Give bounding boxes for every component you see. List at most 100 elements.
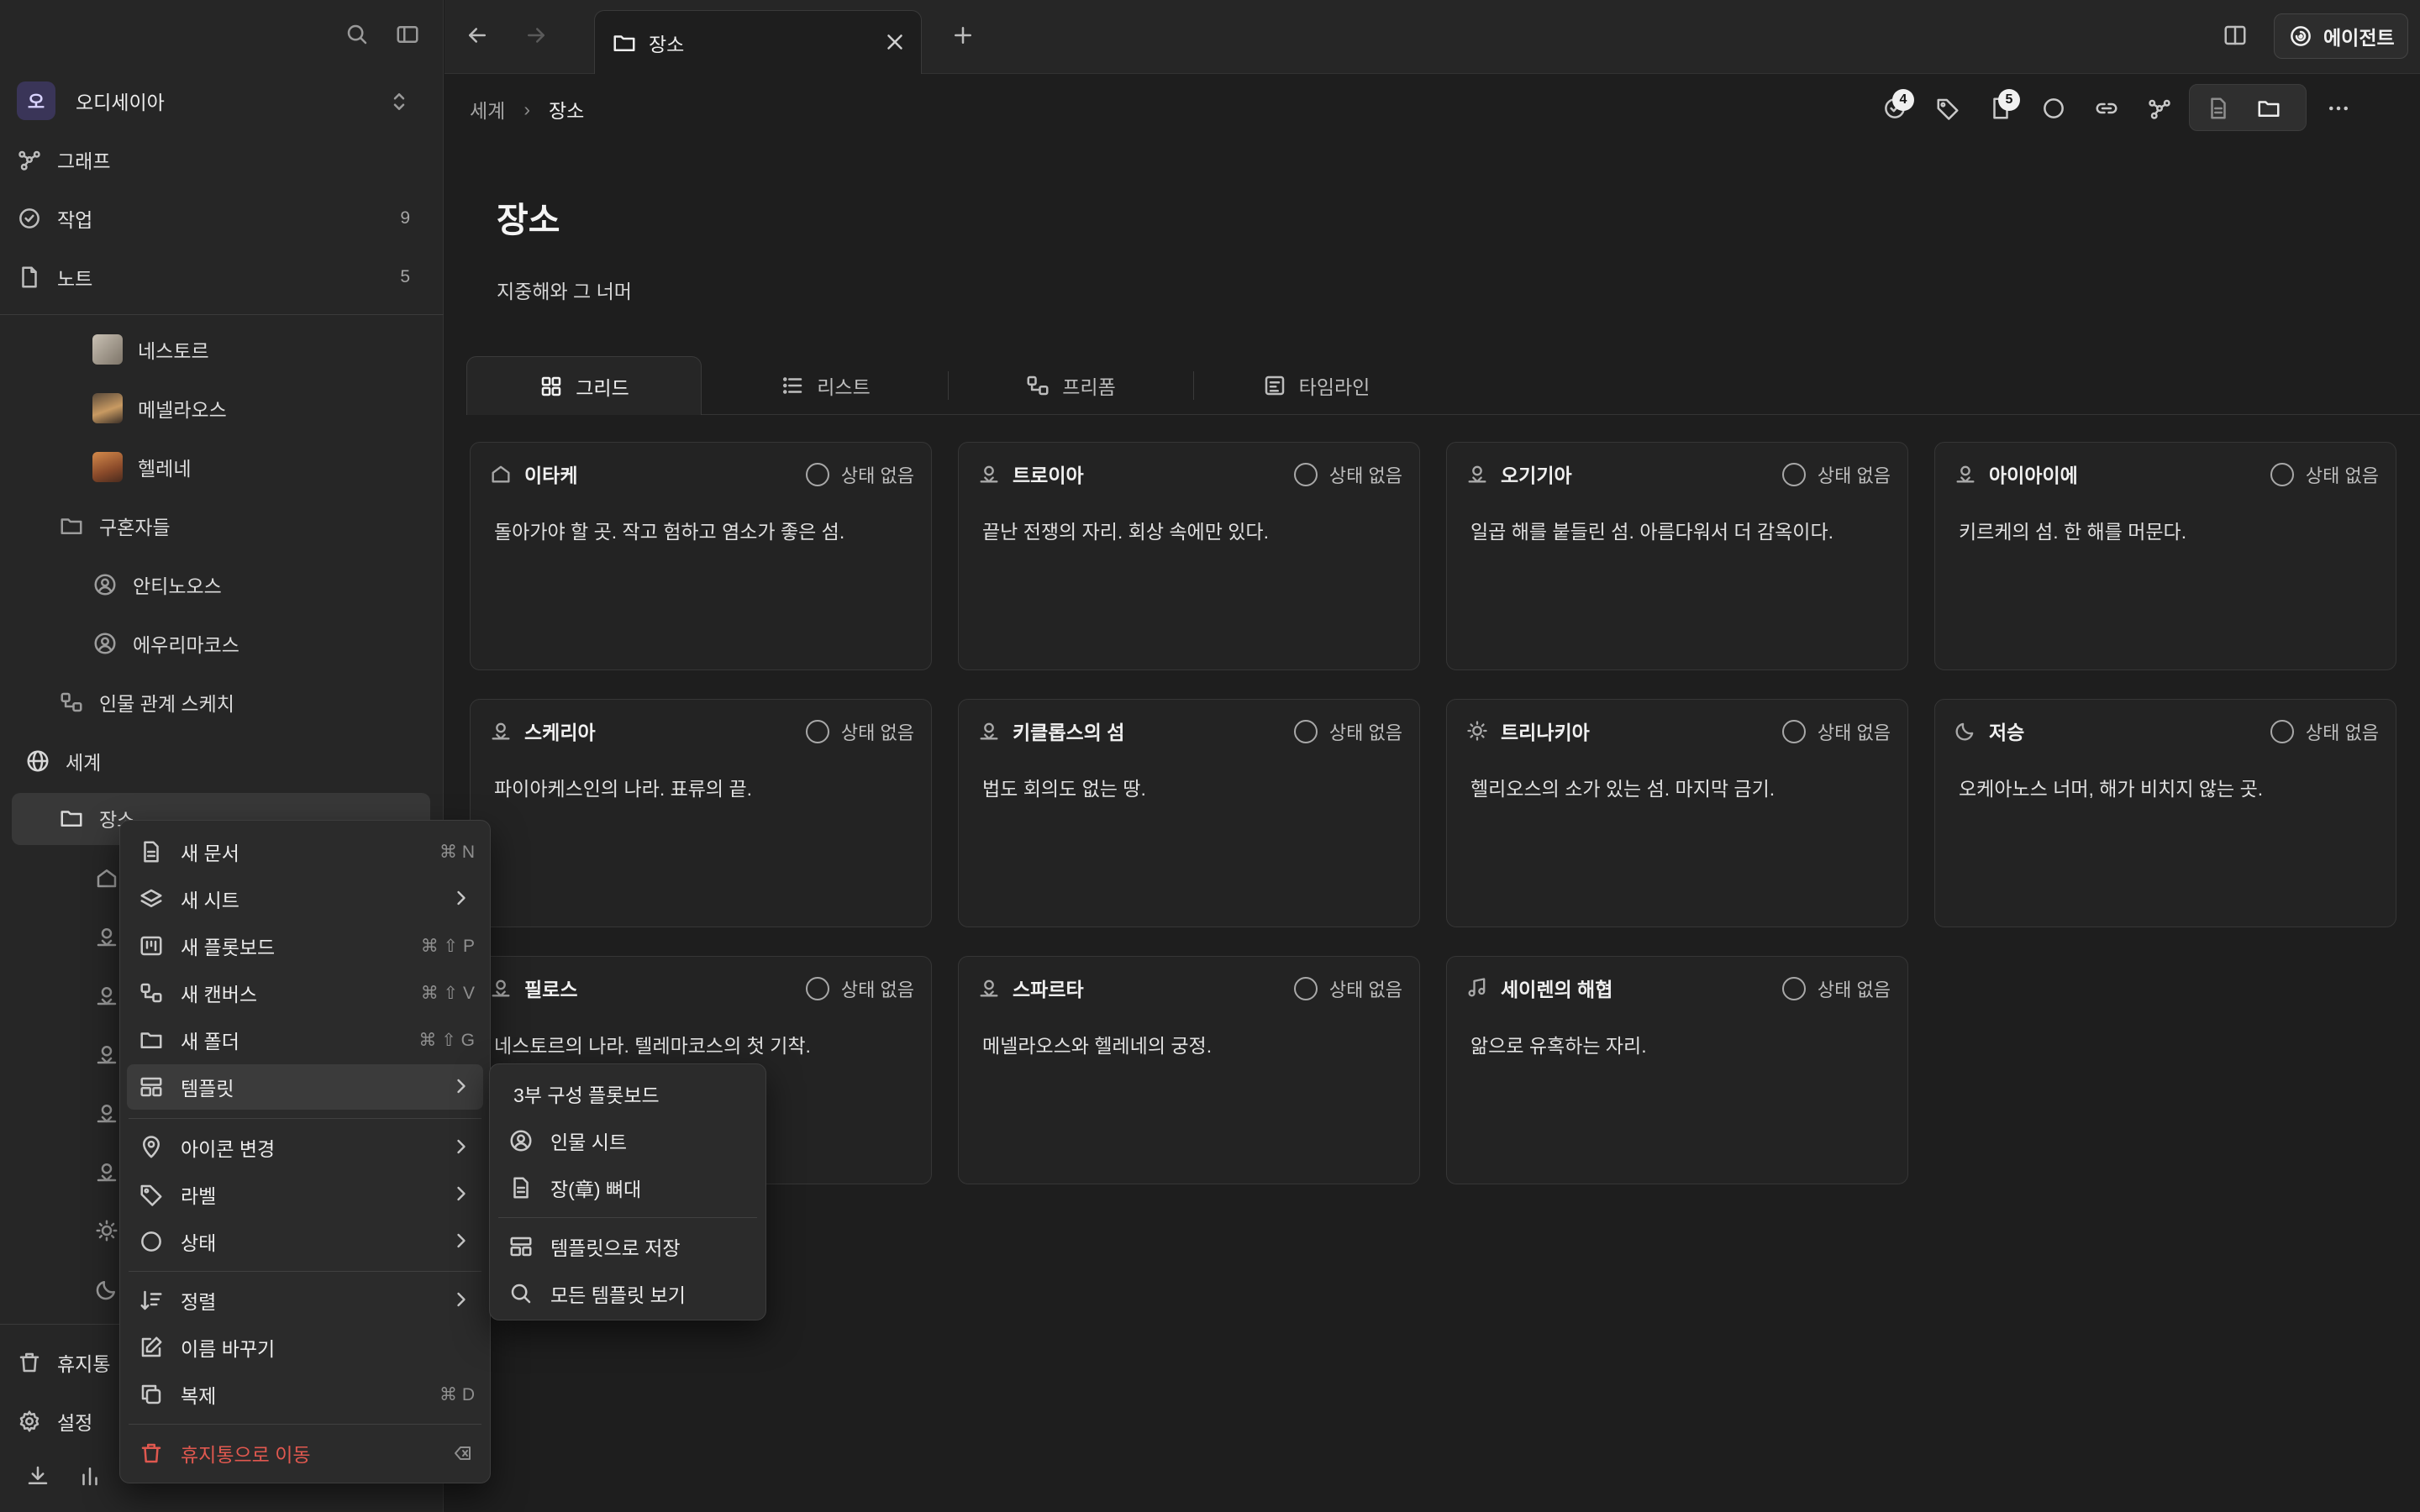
submenu-save-as-template[interactable]: 템플릿으로 저장 bbox=[497, 1224, 759, 1269]
menu-new-sheet[interactable]: 새 시트 bbox=[127, 876, 483, 921]
menu-label: 이름 바꾸기 bbox=[181, 1338, 276, 1360]
card-status[interactable]: 상태 없음 bbox=[805, 975, 914, 1002]
card-status[interactable]: 상태 없음 bbox=[1293, 975, 1402, 1002]
chevron-up-down-icon bbox=[387, 89, 412, 114]
place-card-sparta[interactable]: 스파르타 상태 없음 메넬라오스와 헬레네의 궁정. bbox=[958, 956, 1420, 1184]
graph-icon[interactable] bbox=[2147, 96, 2172, 121]
status-circle-icon[interactable] bbox=[2041, 96, 2066, 121]
plus-icon[interactable] bbox=[950, 23, 976, 48]
person-pin-icon bbox=[977, 719, 1001, 743]
tree-item-relation-sketch[interactable]: 인물 관계 스케치 bbox=[59, 679, 234, 726]
menu-separator bbox=[129, 1271, 481, 1272]
tree-item-world[interactable]: 세계 bbox=[25, 738, 101, 785]
download-icon[interactable] bbox=[25, 1463, 50, 1488]
forward-arrow-icon[interactable] bbox=[523, 23, 549, 48]
tree-item-suitors[interactable]: 구혼자들 bbox=[59, 502, 171, 549]
grid-icon bbox=[539, 374, 564, 399]
link-icon[interactable] bbox=[2094, 96, 2119, 121]
tab-timeline[interactable]: 타임라인 bbox=[1194, 356, 1438, 415]
menu-label: 템플릿 bbox=[181, 1078, 234, 1100]
view-tabs: 그리드 리스트 프리폼 타임라인 bbox=[466, 356, 2420, 415]
menu-new-canvas[interactable]: 새 캔버스 ⌘ ⇧ V bbox=[127, 970, 483, 1016]
card-description: 돌아가야 할 곳. 작고 험하고 염소가 좋은 섬. bbox=[494, 521, 845, 543]
tab-freeform[interactable]: 프리폼 bbox=[949, 356, 1192, 415]
menu-label: 복제 bbox=[181, 1385, 217, 1407]
nav-tasks[interactable]: 작업 9 bbox=[17, 195, 429, 242]
submenu-chapter-skeleton[interactable]: 장(章) 뼈대 bbox=[497, 1165, 759, 1210]
place-card-underworld[interactable]: 저승 상태 없음 오케아노스 너머, 해가 비치지 않는 곳. bbox=[1934, 699, 2396, 927]
card-status[interactable]: 상태 없음 bbox=[1781, 461, 1891, 488]
card-title: 트리나키아 bbox=[1501, 722, 1590, 743]
place-card-scheria[interactable]: 스케리아 상태 없음 파이아케스인의 나라. 표류의 끝. bbox=[470, 699, 932, 927]
place-card-aiaia[interactable]: 아이아이에 상태 없음 키르케의 섬. 한 해를 머문다. bbox=[1934, 442, 2396, 670]
submenu-view-all-templates[interactable]: 모든 템플릿 보기 bbox=[497, 1271, 759, 1316]
tree-item-antinous[interactable]: 안티노오스 bbox=[92, 561, 222, 608]
menu-change-icon[interactable]: 아이콘 변경 bbox=[127, 1125, 483, 1170]
tree-item-nestor[interactable]: 네스토르 bbox=[92, 326, 209, 373]
trash-icon bbox=[139, 1441, 164, 1466]
card-status[interactable]: 상태 없음 bbox=[1293, 461, 1402, 488]
tasks-check-icon[interactable]: 4 bbox=[1882, 89, 1914, 121]
place-card-troy[interactable]: 트로이아 상태 없음 끝난 전쟁의 자리. 회상 속에만 있다. bbox=[958, 442, 1420, 670]
card-status[interactable]: 상태 없음 bbox=[2270, 718, 2379, 745]
menu-new-plotboard[interactable]: 새 플롯보드 ⌘ ⇧ P bbox=[127, 923, 483, 969]
status-circle-icon bbox=[1781, 720, 1806, 743]
status-circle-icon bbox=[805, 463, 829, 486]
menu-new-folder[interactable]: 새 폴더 ⌘ ⇧ G bbox=[127, 1017, 483, 1063]
card-status[interactable]: 상태 없음 bbox=[2270, 461, 2379, 488]
card-status[interactable]: 상태 없음 bbox=[1293, 718, 1402, 745]
workspace-switcher[interactable]: 오 오디세이아 bbox=[17, 81, 427, 121]
tree-item-helen[interactable]: 헬레네 bbox=[92, 444, 191, 491]
tab-places[interactable]: 장소 bbox=[594, 10, 922, 74]
menu-rename[interactable]: 이름 바꾸기 bbox=[127, 1325, 483, 1370]
menu-label: 아이콘 변경 bbox=[181, 1138, 276, 1160]
more-icon[interactable] bbox=[2326, 96, 2351, 121]
tree-item-label: 메넬라오스 bbox=[138, 399, 227, 421]
tree-item-eurymachus[interactable]: 에우리마코스 bbox=[92, 620, 239, 667]
sidebar-toggle-icon[interactable] bbox=[395, 22, 420, 47]
menu-shortcut: ⌘ ⇧ P bbox=[420, 937, 475, 956]
card-status[interactable]: 상태 없음 bbox=[805, 461, 914, 488]
menu-duplicate[interactable]: 복제 ⌘ D bbox=[127, 1372, 483, 1417]
card-status[interactable]: 상태 없음 bbox=[805, 718, 914, 745]
breadcrumb-parent[interactable]: 세계 bbox=[470, 95, 505, 123]
place-card-ogygia[interactable]: 오기기아 상태 없음 일곱 해를 붙들린 섬. 아름다워서 더 감옥이다. bbox=[1446, 442, 1908, 670]
menu-new-document[interactable]: 새 문서 ⌘ N bbox=[127, 829, 483, 874]
close-icon[interactable] bbox=[882, 29, 908, 55]
menu-move-to-trash[interactable]: 휴지통으로 이동 bbox=[127, 1431, 483, 1476]
bar-chart-icon[interactable] bbox=[77, 1463, 103, 1488]
tab-label: 그리드 bbox=[576, 376, 629, 399]
submenu-character-sheet[interactable]: 인물 시트 bbox=[497, 1118, 759, 1163]
tag-icon[interactable] bbox=[1935, 96, 1960, 121]
tab-list[interactable]: 리스트 bbox=[703, 356, 947, 415]
menu-sort[interactable]: 정렬 bbox=[127, 1278, 483, 1323]
status-circle-icon bbox=[805, 720, 829, 743]
place-card-cyclops-island[interactable]: 키클롭스의 섬 상태 없음 법도 회의도 없는 땅. bbox=[958, 699, 1420, 927]
card-status[interactable]: 상태 없음 bbox=[1781, 975, 1891, 1002]
submenu-three-act-plotboard[interactable]: 3부 구성 플롯보드 bbox=[497, 1071, 759, 1116]
place-card-ithaca[interactable]: 이타케 상태 없음 돌아가야 할 곳. 작고 험하고 염소가 좋은 섬. bbox=[470, 442, 932, 670]
split-view-icon[interactable] bbox=[2223, 23, 2248, 48]
chevron-right-icon bbox=[450, 1288, 473, 1311]
menu-label-submenu[interactable]: 라벨 bbox=[127, 1172, 483, 1217]
card-status[interactable]: 상태 없음 bbox=[1781, 718, 1891, 745]
graph-icon bbox=[17, 147, 42, 172]
tab-grid[interactable]: 그리드 bbox=[466, 356, 702, 415]
search-icon[interactable] bbox=[345, 22, 370, 47]
status-label: 상태 없음 bbox=[1328, 979, 1402, 1000]
card-description: 일곱 해를 붙들린 섬. 아름다워서 더 감옥이다. bbox=[1470, 521, 1834, 543]
nav-notes[interactable]: 노트 5 bbox=[17, 254, 429, 301]
card-title: 필로스 bbox=[524, 979, 578, 1000]
place-card-sirens-strait[interactable]: 세이렌의 해협 상태 없음 앎으로 유혹하는 자리. bbox=[1446, 956, 1908, 1184]
place-card-thrinacia[interactable]: 트리나키아 상태 없음 헬리오스의 소가 있는 섬. 마지막 금기. bbox=[1446, 699, 1908, 927]
agent-button[interactable]: 에이전트 bbox=[2274, 13, 2408, 59]
back-arrow-icon[interactable] bbox=[465, 23, 490, 48]
document-view-icon[interactable] bbox=[2206, 96, 2231, 121]
nav-graph[interactable]: 그래프 bbox=[17, 136, 429, 183]
menu-label: 장(章) 뼈대 bbox=[550, 1179, 642, 1200]
tree-item-menelaus[interactable]: 메넬라오스 bbox=[92, 385, 227, 432]
notes-icon[interactable]: 5 bbox=[1988, 89, 2020, 121]
folder-view-icon[interactable] bbox=[2256, 96, 2281, 121]
menu-template[interactable]: 템플릿 bbox=[127, 1064, 483, 1110]
menu-status[interactable]: 상태 bbox=[127, 1219, 483, 1264]
